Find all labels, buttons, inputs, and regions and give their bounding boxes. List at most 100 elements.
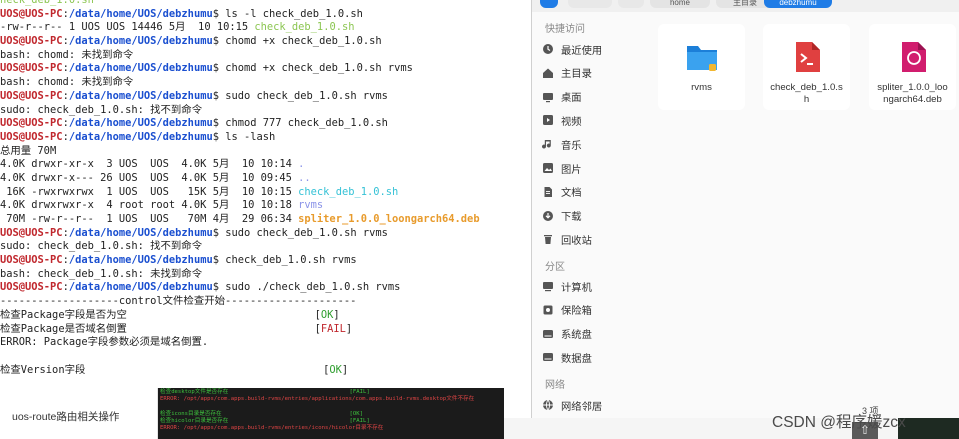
terminal-line: bash: check_deb_1.0.sh: 未找到命令	[0, 268, 531, 282]
sidebar-item-label: 网络邻居	[561, 401, 603, 413]
sidebar-item-videos[interactable]: 视频	[542, 110, 582, 130]
sidebar-item-safe[interactable]: 保险箱	[542, 300, 592, 320]
terminal-line: UOS@UOS-PC:/data/home/UOS/debzhumu$ chec…	[0, 254, 531, 268]
terminal-line: bash: chomd: 未找到命令	[0, 76, 531, 90]
sidebar-item-label: 最近使用	[561, 45, 603, 57]
terminal-text: 70M -rw-r--r-- 1 UOS UOS 70M 4月 29 06:34	[0, 213, 299, 225]
terminal-line: sudo: check_deb_1.0.sh: 找不到命令	[0, 104, 531, 118]
file-tile-check-deb-script[interactable]: check_deb_1.0.s h	[763, 24, 850, 110]
sidebar-item-label: 下载	[561, 212, 582, 224]
sidebar-header-partitions: 分区	[545, 262, 565, 273]
terminal-line: 70M -rw-r--r-- 1 UOS UOS 70M 4月 29 06:34…	[0, 213, 531, 227]
video-icon	[542, 114, 554, 126]
sidebar-item-trash[interactable]: 回收站	[542, 229, 592, 249]
home-icon	[542, 67, 554, 79]
terminal-text: 4.0K drwxr-x--- 26 UOS UOS 4.0K 5月 10 09…	[0, 171, 299, 184]
terminal-text: heck_deb_1.0.sh	[0, 0, 94, 6]
shell-script-icon	[796, 42, 820, 72]
sidebar-item-home[interactable]: 主目录	[542, 63, 592, 83]
terminal-line: UOS@UOS-PC:/data/home/UOS/debzhumu$ chom…	[0, 35, 531, 49]
sidebar-item-label: 音乐	[561, 140, 582, 152]
terminal-text: OK	[329, 363, 342, 376]
terminal-text: $ chomd +x check_deb_1.0.sh rvms	[212, 62, 413, 75]
sidebar-item-label: 数据盘	[561, 353, 592, 365]
terminal-text: 4.0K drwxrwxr-x 4 root root 4.0K 5月 10 1…	[0, 199, 299, 212]
prompt-path: /data/home/UOS/debzhumu	[68, 117, 213, 130]
terminal-line: 总用量 70M	[0, 145, 531, 159]
sidebar-item-music[interactable]: 音乐	[542, 134, 582, 154]
terminal-text: $ chomd +x check_deb_1.0.sh	[212, 35, 382, 48]
background-terminal-snippet: 检查desktop文件是否存在 [FAIL] ERROR: /opt/apps/c…	[158, 388, 504, 439]
prompt-user: UOS@UOS-PC	[0, 226, 63, 239]
sidebar-item-documents[interactable]: 文档	[542, 182, 582, 202]
network-icon	[542, 399, 554, 411]
terminal-text: 16K -rwxrwxrwx 1 UOS UOS 15K 5月 10 10:15	[0, 185, 299, 198]
prompt-path: /data/home/UOS/debzhumu	[68, 35, 213, 48]
view-toggle-button[interactable]	[618, 0, 644, 8]
terminal-text: spliter_1.0.0_loongarch64.deb	[298, 213, 480, 225]
terminal-text: $ sudo check_deb_1.0.sh rvms	[212, 89, 388, 102]
desktop-icon	[542, 91, 554, 103]
background-terminal-line	[160, 403, 504, 410]
terminal-line: 4.0K drwxrwxr-x 4 root root 4.0K 5月 10 1…	[0, 199, 531, 213]
terminal-window[interactable]: heck_deb_1.0.sh UOS@UOS-PC:/data/home/UOS…	[0, 0, 531, 388]
terminal-text: bash: chomd: 未找到命令	[0, 76, 134, 89]
music-icon	[542, 138, 554, 150]
terminal-text: -rw-r--r-- 1 UOS UOS 14446 5月 10 10:15	[0, 21, 255, 34]
prompt-path: /data/home/UOS/debzhumu	[68, 254, 213, 267]
sidebar-item-desktop[interactable]: 桌面	[542, 87, 582, 107]
sidebar-item-downloads[interactable]: 下载	[542, 206, 582, 226]
prompt-user: UOS@UOS-PC	[0, 254, 63, 267]
background-terminal-line: ERROR: /opt/apps/com.apps.build-rvms/ent…	[160, 424, 384, 431]
breadcrumb-debzhumu[interactable]: debzhumu	[764, 0, 832, 8]
terminal-text: check_deb_1.0.sh	[254, 21, 355, 34]
sidebar-item-label: 桌面	[561, 93, 582, 105]
sidebar-item-data-disk[interactable]: 数据盘	[542, 347, 592, 367]
terminal-line: UOS@UOS-PC:/data/home/UOS/debzhumu$ sudo…	[0, 227, 531, 241]
background-terminal-line: ERROR: /opt/apps/com.apps.build-rvms/ent…	[160, 396, 475, 403]
terminal-text: FAIL	[320, 322, 346, 335]
nav-back-forward-group[interactable]	[568, 0, 612, 8]
terminal-line: UOS@UOS-PC:/data/home/UOS/debzhumu$ ls -…	[0, 8, 531, 22]
terminal-text: $ sudo ./check_deb_1.0.sh rvms	[212, 281, 401, 294]
breadcrumb-home[interactable]: home	[650, 0, 710, 8]
sidebar-item-pictures[interactable]: 图片	[542, 158, 582, 178]
sidebar-item-system-disk[interactable]: 系统盘	[542, 324, 592, 344]
sidebar-item-label: 主目录	[561, 69, 592, 81]
prompt-path: /data/home/UOS/debzhumu	[68, 89, 213, 102]
prompt-user: UOS@UOS-PC	[0, 130, 63, 143]
file-tile-spliter-deb[interactable]: spliter_1.0.0_loo ngarch64.deb	[869, 24, 956, 110]
terminal-text: ]	[341, 363, 349, 376]
terminal-text: 总用量 70M	[0, 144, 57, 157]
terminal-line: bash: chomd: 未找到命令	[0, 49, 531, 63]
sidebar-header-network: 网络	[545, 380, 565, 391]
sidebar-item-recent[interactable]: 最近使用	[542, 39, 602, 59]
sidebar-item-label: 图片	[561, 164, 582, 176]
background-terminal-line: 检查icons目录是否存在 [OK]	[160, 410, 364, 417]
debian-package-icon	[902, 42, 926, 72]
file-tile-rvms[interactable]: rvms	[658, 24, 745, 110]
terminal-text: ]	[333, 308, 340, 321]
sidebar-item-label: 保险箱	[561, 306, 592, 318]
computer-icon	[542, 280, 554, 292]
terminal-text: ERROR: Package字段参数必须是域名倒置.	[0, 336, 209, 349]
picture-icon	[542, 162, 554, 174]
background-terminal-line: 检查hicolor目录是否存在 [FAIL]	[160, 417, 370, 424]
terminal-text: $ ls -l check_deb_1.0.sh	[212, 7, 363, 20]
clock-icon	[542, 43, 554, 55]
sidebar-item-neighborhood[interactable]: 网络邻居	[542, 395, 602, 415]
terminal-line: 检查Version字段 [OK]	[0, 364, 531, 378]
terminal-text: ]	[345, 322, 353, 335]
terminal-text: check_deb_1.0.sh	[298, 185, 399, 198]
terminal-line: ERROR: Package字段参数必须是域名倒置.	[0, 336, 531, 350]
terminal-text: .	[298, 158, 305, 171]
terminal-line: heck_deb_1.0.sh	[0, 0, 531, 8]
blog-link-uos-route[interactable]: uos-route路由相关操作	[12, 409, 119, 424]
terminal-text: $ sudo check_deb_1.0.sh rvms	[212, 226, 388, 239]
app-icon[interactable]	[540, 0, 558, 8]
prompt-path: /data/home/UOS/debzhumu	[68, 281, 213, 294]
terminal-text: 检查Package是否域名倒置 [	[0, 322, 321, 335]
sidebar-item-label: 回收站	[561, 235, 592, 247]
sidebar-item-computer[interactable]: 计算机	[542, 276, 592, 296]
terminal-line: 4.0K drwxr-xr-x 3 UOS UOS 4.0K 5月 10 10:…	[0, 158, 531, 172]
